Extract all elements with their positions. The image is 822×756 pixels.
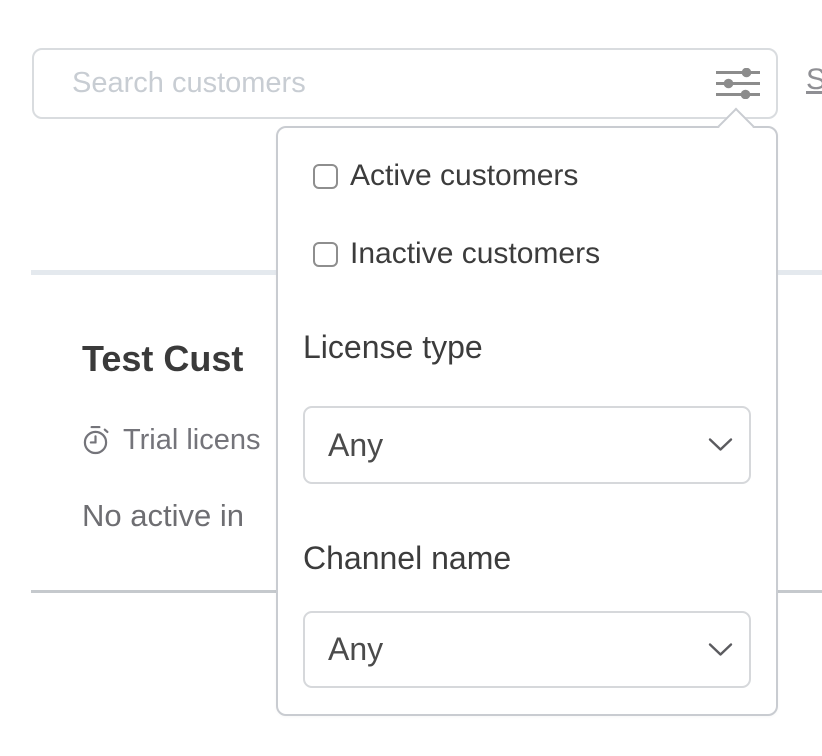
sliders-icon bbox=[715, 68, 761, 99]
customers-screen: S Test Cust Trial licens No active in Ac… bbox=[0, 0, 822, 756]
active-customers-label[interactable]: Active customers bbox=[350, 159, 578, 193]
inactive-customers-option[interactable]: Inactive customers bbox=[313, 237, 600, 271]
inactive-customers-checkbox[interactable] bbox=[313, 242, 338, 267]
edge-link-clipped[interactable]: S bbox=[806, 63, 822, 97]
chevron-down-icon bbox=[708, 642, 733, 657]
license-type-value: Any bbox=[328, 427, 383, 464]
search-bar bbox=[32, 48, 778, 119]
license-text: Trial licens bbox=[123, 424, 261, 457]
customer-status-text: No active in bbox=[82, 498, 244, 534]
active-customers-option[interactable]: Active customers bbox=[313, 159, 578, 193]
license-type-label: License type bbox=[303, 329, 483, 366]
channel-name-value: Any bbox=[328, 631, 383, 668]
channel-name-select[interactable]: Any bbox=[303, 611, 751, 688]
filter-dropdown-panel: Active customers Inactive customers Lice… bbox=[276, 126, 778, 716]
chevron-down-icon bbox=[708, 438, 733, 453]
filter-button[interactable] bbox=[714, 64, 762, 104]
search-input[interactable] bbox=[34, 50, 704, 117]
license-row: Trial licens bbox=[80, 424, 261, 457]
license-type-select[interactable]: Any bbox=[303, 406, 751, 484]
customer-title: Test Cust bbox=[82, 338, 243, 380]
timer-icon bbox=[80, 425, 111, 456]
active-customers-checkbox[interactable] bbox=[313, 164, 338, 189]
channel-name-label: Channel name bbox=[303, 540, 511, 577]
inactive-customers-label[interactable]: Inactive customers bbox=[350, 237, 600, 271]
